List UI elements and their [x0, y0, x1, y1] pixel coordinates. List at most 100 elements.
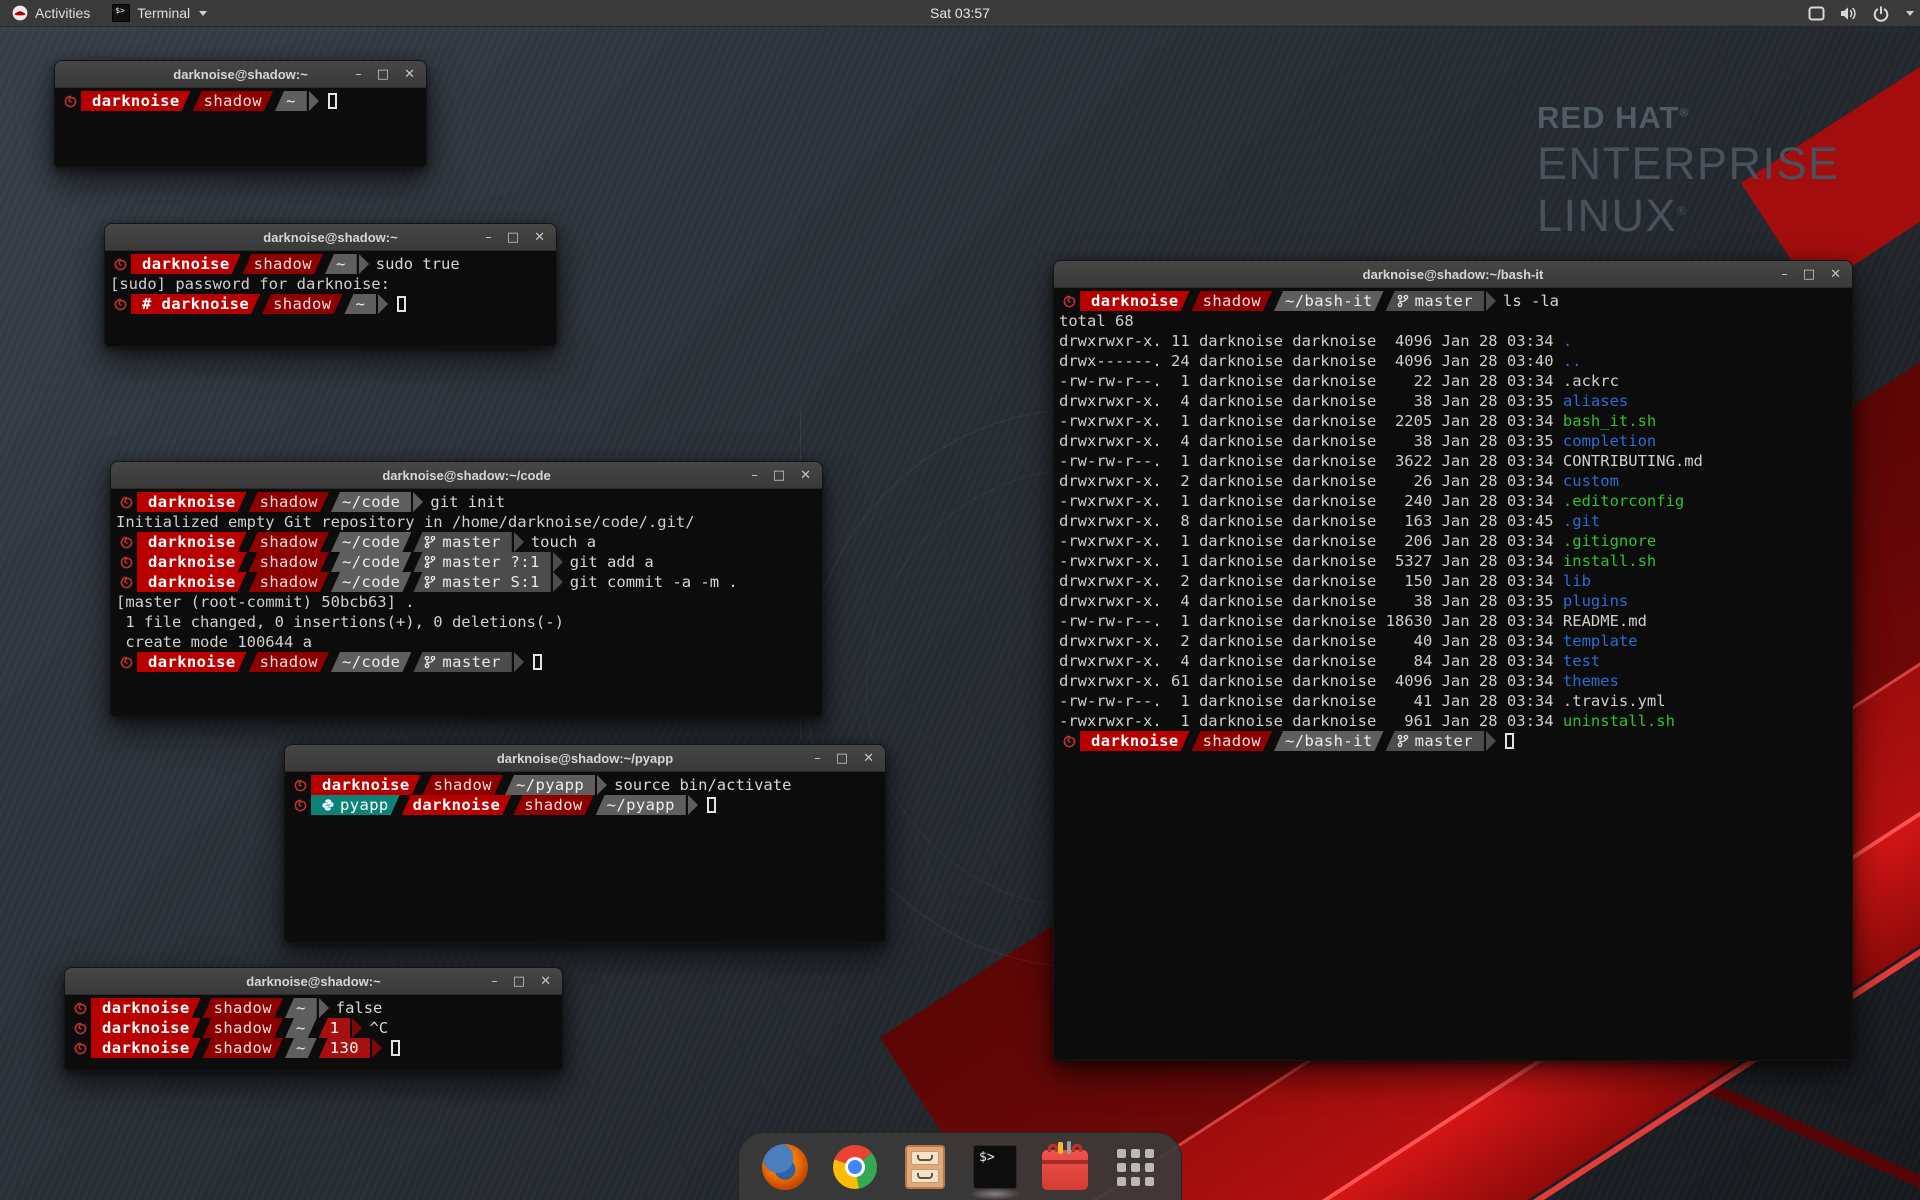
app-menu-terminal[interactable]: $> Terminal	[102, 0, 217, 26]
chevron-down-icon[interactable]	[1906, 11, 1914, 16]
prompt-line: darknoiseshadow~/codemaster	[116, 652, 822, 672]
prompt-segment-user: darknoise	[137, 492, 247, 512]
top-bar: Activities $> Terminal Sat 03:57	[0, 0, 1920, 27]
prompt-icon	[110, 258, 131, 271]
terminal-window-home: darknoise@shadow:~ – □ ✕ darknoiseshadow…	[54, 60, 427, 168]
prompt-line: darknoiseshadow~/bash-itmasterls -la	[1059, 291, 1852, 311]
prompt-segment-exit: 1	[319, 1018, 351, 1038]
command-text: ls -la	[1503, 292, 1559, 310]
prompt-segment-branch: master	[413, 532, 511, 552]
prompt-segment-user: darknoise	[91, 998, 201, 1018]
terminal-content[interactable]: darknoiseshadow~/codegit initInitialized…	[111, 489, 822, 716]
prompt-arrow-icon	[1486, 731, 1496, 751]
titlebar[interactable]: darknoise@shadow:~ – □ ✕	[55, 61, 426, 88]
minimize-button[interactable]: –	[355, 68, 362, 81]
prompt-segment-path: ~	[285, 998, 317, 1018]
prompt-segment-user: darknoise	[131, 254, 241, 274]
output-text: -rw-rw-r--. 1 darknoise darknoise 41 Jan…	[1059, 692, 1666, 710]
output-line: -rw-rw-r--. 1 darknoise darknoise 41 Jan…	[1059, 691, 1852, 711]
prompt-icon	[116, 576, 137, 589]
dock-item-app-grid[interactable]	[1111, 1143, 1159, 1191]
prompt-segment-path: ~	[285, 1038, 317, 1058]
minimize-button[interactable]: –	[1781, 268, 1788, 281]
chrome-icon	[833, 1145, 877, 1189]
dock-item-firefox[interactable]	[761, 1143, 809, 1191]
maximize-button[interactable]: □	[773, 469, 785, 482]
maximize-button[interactable]: □	[507, 231, 519, 244]
prompt-segment-host: shadow	[203, 1018, 283, 1038]
close-button[interactable]: ✕	[863, 752, 874, 765]
output-line: total 68	[1059, 311, 1852, 331]
output-line: -rw-rw-r--. 1 darknoise darknoise 18630 …	[1059, 611, 1852, 631]
clock[interactable]: Sat 03:57	[930, 0, 990, 27]
dock-item-terminal[interactable]: $>	[971, 1143, 1019, 1191]
terminal-content[interactable]: darknoiseshadow~falsedarknoiseshadow~1^C…	[65, 995, 562, 1070]
dock-item-files[interactable]	[901, 1143, 949, 1191]
display-icon[interactable]	[1808, 6, 1825, 21]
terminal-content[interactable]: darknoiseshadow~/pyappsource bin/activat…	[285, 772, 885, 942]
git-branch-icon	[1397, 294, 1409, 308]
minimize-button[interactable]: –	[814, 752, 821, 765]
output-line: drwxrwxr-x. 2 darknoise darknoise 150 Ja…	[1059, 571, 1852, 591]
terminal-content[interactable]: darknoiseshadow~sudo true[sudo] password…	[105, 251, 556, 346]
prompt-segment-host: shadow	[513, 795, 593, 815]
prompt-line: darknoiseshadow~/codemaster ?:1git add a	[116, 552, 822, 572]
prompt-segment-host: shadow	[243, 254, 323, 274]
output-line: drwxrwxr-x. 4 darknoise darknoise 38 Jan…	[1059, 391, 1852, 411]
output-line: drwxrwxr-x. 2 darknoise darknoise 26 Jan…	[1059, 471, 1852, 491]
dock-item-chrome[interactable]	[831, 1143, 879, 1191]
close-button[interactable]: ✕	[1830, 268, 1841, 281]
close-button[interactable]: ✕	[534, 231, 545, 244]
titlebar[interactable]: darknoise@shadow:~ – □ ✕	[105, 224, 556, 251]
prompt-segment-user: darknoise	[1080, 291, 1190, 311]
minimize-button[interactable]: –	[751, 469, 758, 482]
maximize-button[interactable]: □	[1803, 268, 1815, 281]
prompt-segment-host: shadow	[203, 1038, 283, 1058]
prompt-segment-path: ~/code	[331, 652, 411, 672]
power-icon[interactable]	[1873, 6, 1889, 22]
output-line: drwxrwxr-x. 2 darknoise darknoise 40 Jan…	[1059, 631, 1852, 651]
close-button[interactable]: ✕	[404, 68, 415, 81]
output-line: 1 file changed, 0 insertions(+), 0 delet…	[116, 612, 822, 632]
titlebar[interactable]: darknoise@shadow:~/pyapp – □ ✕	[285, 745, 885, 772]
dock-item-toolbox[interactable]	[1041, 1143, 1089, 1191]
output-text: drwxrwxr-x. 4 darknoise darknoise 38 Jan…	[1059, 432, 1563, 450]
volume-icon[interactable]	[1840, 6, 1858, 21]
prompt-segment-branch: master	[413, 652, 511, 672]
titlebar[interactable]: darknoise@shadow:~/code – □ ✕	[111, 462, 822, 489]
prompt-segment-path: ~	[275, 91, 307, 111]
file-cabinet-icon	[905, 1145, 945, 1189]
terminal-window-exitcodes: darknoise@shadow:~ – □ ✕ darknoiseshadow…	[64, 967, 563, 1071]
prompt-segment-host: shadow	[262, 294, 342, 314]
prompt-icon	[116, 556, 137, 569]
prompt-segment-path: ~/code	[331, 492, 411, 512]
close-button[interactable]: ✕	[800, 469, 811, 482]
prompt-icon	[70, 1022, 91, 1035]
terminal-content[interactable]: darknoiseshadow~/bash-itmasterls -latota…	[1054, 288, 1852, 1060]
prompt-segment-host: shadow	[249, 652, 329, 672]
terminal-window-pyapp: darknoise@shadow:~/pyapp – □ ✕ darknoise…	[284, 744, 886, 943]
prompt-line: darknoiseshadow~	[60, 91, 426, 111]
output-text: drwxrwxr-x. 2 darknoise darknoise 26 Jan…	[1059, 472, 1563, 490]
maximize-button[interactable]: □	[377, 68, 389, 81]
terminal-window-bash-it: darknoise@shadow:~/bash-it – □ ✕ darknoi…	[1053, 260, 1853, 1061]
maximize-button[interactable]: □	[513, 975, 525, 988]
activities-button[interactable]: Activities	[0, 0, 102, 26]
titlebar[interactable]: darknoise@shadow:~ – □ ✕	[65, 968, 562, 995]
prompt-segment-user: darknoise	[137, 532, 247, 552]
command-text: git init	[430, 493, 505, 511]
prompt-arrow-icon	[359, 254, 369, 274]
titlebar[interactable]: darknoise@shadow:~/bash-it – □ ✕	[1054, 261, 1852, 288]
output-line: -rwxrwxr-x. 1 darknoise darknoise 961 Ja…	[1059, 711, 1852, 731]
window-title: darknoise@shadow:~	[246, 974, 380, 989]
filename-blue: test	[1563, 652, 1600, 670]
prompt-icon	[116, 536, 137, 549]
terminal-content[interactable]: darknoiseshadow~	[55, 88, 426, 167]
output-text: total 68	[1059, 312, 1134, 330]
close-button[interactable]: ✕	[540, 975, 551, 988]
command-text: ^C	[369, 1019, 388, 1037]
prompt-segment-path: ~/code	[331, 552, 411, 572]
minimize-button[interactable]: –	[491, 975, 498, 988]
maximize-button[interactable]: □	[836, 752, 848, 765]
minimize-button[interactable]: –	[485, 231, 492, 244]
